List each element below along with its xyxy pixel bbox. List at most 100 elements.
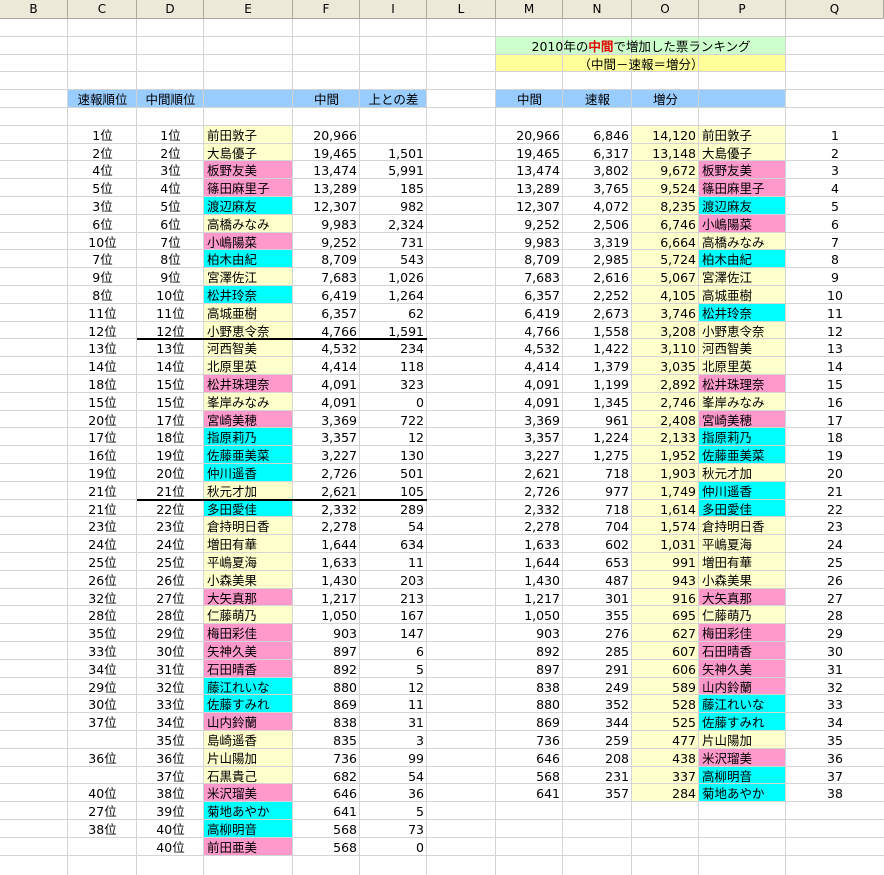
right-sokuhou-cell[interactable]: 3,802 [566, 162, 629, 179]
right-member-name-cell[interactable]: 佐藤すみれ [702, 714, 783, 731]
chukan-rank-cell[interactable]: 19位 [140, 447, 201, 464]
chukan-rank-cell[interactable]: 9位 [140, 269, 201, 286]
right-member-name-cell[interactable]: 篠田麻里子 [702, 180, 783, 197]
sokuhou-rank-cell[interactable] [71, 768, 134, 785]
chukan-rank-cell[interactable]: 18位 [140, 429, 201, 446]
sokuhou-rank-cell[interactable]: 8位 [71, 287, 134, 304]
right-sokuhou-cell[interactable]: 961 [566, 412, 629, 429]
right-member-name-cell[interactable]: 米沢瑠美 [702, 750, 783, 767]
diff-cell[interactable]: 0 [363, 839, 424, 856]
diff-cell[interactable]: 722 [363, 412, 424, 429]
chukan-rank-cell[interactable]: 31位 [140, 661, 201, 678]
chukan-votes-cell[interactable]: 4,414 [296, 358, 357, 375]
right-rank-cell[interactable]: 20 [789, 465, 881, 482]
column-header-f[interactable]: F [293, 0, 360, 19]
diff-cell[interactable]: 1,026 [363, 269, 424, 286]
right-zoubun-cell[interactable]: 1,574 [635, 518, 696, 535]
diff-cell[interactable]: 12 [363, 429, 424, 446]
right-member-name-cell[interactable]: 倉持明日香 [702, 518, 783, 535]
sokuhou-rank-cell[interactable]: 24位 [71, 536, 134, 553]
right-zoubun-cell[interactable]: 337 [635, 768, 696, 785]
member-name-cell[interactable]: 高城亜樹 [207, 305, 290, 322]
member-name-cell[interactable]: 佐藤すみれ [207, 696, 290, 713]
right-zoubun-cell[interactable]: 6,664 [635, 234, 696, 251]
diff-cell[interactable]: 31 [363, 714, 424, 731]
sokuhou-rank-cell[interactable]: 33位 [71, 643, 134, 660]
chukan-votes-cell[interactable]: 736 [296, 750, 357, 767]
right-rank-cell[interactable]: 19 [789, 447, 881, 464]
header-right-chukan[interactable]: 中間 [497, 91, 562, 108]
chukan-votes-cell[interactable]: 1,430 [296, 572, 357, 589]
chukan-votes-cell[interactable]: 2,726 [296, 465, 357, 482]
column-header-d[interactable]: D [137, 0, 204, 19]
member-name-cell[interactable]: 柏木由紀 [207, 251, 290, 268]
chukan-votes-cell[interactable]: 2,332 [296, 501, 357, 518]
right-chukan-cell[interactable]: 6,357 [499, 287, 560, 304]
chukan-votes-cell[interactable]: 641 [296, 803, 357, 820]
right-rank-cell[interactable]: 37 [789, 768, 881, 785]
right-zoubun-cell[interactable]: 943 [635, 572, 696, 589]
diff-cell[interactable]: 501 [363, 465, 424, 482]
right-chukan-cell[interactable]: 736 [499, 732, 560, 749]
right-chukan-cell[interactable]: 7,683 [499, 269, 560, 286]
member-name-cell[interactable]: 宮崎美穂 [207, 412, 290, 429]
right-chukan-cell[interactable]: 4,532 [499, 340, 560, 357]
right-sokuhou-cell[interactable]: 2,616 [566, 269, 629, 286]
right-member-name-cell[interactable]: 渡辺麻友 [702, 198, 783, 215]
sokuhou-rank-cell[interactable]: 30位 [71, 696, 134, 713]
sokuhou-rank-cell[interactable]: 15位 [71, 394, 134, 411]
right-chukan-cell[interactable]: 838 [499, 679, 560, 696]
member-name-cell[interactable]: 倉持明日香 [207, 518, 290, 535]
diff-cell[interactable] [363, 127, 424, 144]
right-chukan-cell[interactable]: 903 [499, 625, 560, 642]
right-zoubun-cell[interactable]: 8,235 [635, 198, 696, 215]
right-sokuhou-cell[interactable]: 357 [566, 785, 629, 802]
column-header-c[interactable]: C [68, 0, 137, 19]
right-member-name-cell[interactable]: 秋元才加 [702, 465, 783, 482]
right-zoubun-cell[interactable]: 2,746 [635, 394, 696, 411]
chukan-rank-cell[interactable]: 4位 [140, 180, 201, 197]
right-chukan-cell[interactable]: 568 [499, 768, 560, 785]
member-name-cell[interactable]: 峯岸みなみ [207, 394, 290, 411]
diff-cell[interactable]: 118 [363, 358, 424, 375]
member-name-cell[interactable]: 山内鈴蘭 [207, 714, 290, 731]
diff-cell[interactable]: 234 [363, 340, 424, 357]
right-chukan-cell[interactable]: 892 [499, 643, 560, 660]
column-header-l[interactable]: L [427, 0, 496, 19]
right-chukan-cell[interactable]: 4,091 [499, 376, 560, 393]
chukan-rank-cell[interactable]: 22位 [140, 501, 201, 518]
diff-cell[interactable]: 203 [363, 572, 424, 589]
chukan-votes-cell[interactable]: 1,644 [296, 536, 357, 553]
chukan-votes-cell[interactable]: 13,289 [296, 180, 357, 197]
right-member-name-cell[interactable]: 片山陽加 [702, 732, 783, 749]
right-chukan-cell[interactable]: 2,278 [499, 518, 560, 535]
right-member-name-cell[interactable]: 指原莉乃 [702, 429, 783, 446]
member-name-cell[interactable]: 河西智美 [207, 340, 290, 357]
right-member-name-cell[interactable]: 大矢真那 [702, 590, 783, 607]
right-sokuhou-cell[interactable]: 653 [566, 554, 629, 571]
right-rank-cell[interactable]: 10 [789, 287, 881, 304]
member-name-cell[interactable]: 米沢瑠美 [207, 785, 290, 802]
chukan-votes-cell[interactable]: 20,966 [296, 127, 357, 144]
right-zoubun-cell[interactable]: 991 [635, 554, 696, 571]
right-sokuhou-cell[interactable]: 301 [566, 590, 629, 607]
chukan-votes-cell[interactable]: 4,091 [296, 376, 357, 393]
chukan-rank-cell[interactable]: 26位 [140, 572, 201, 589]
right-zoubun-cell[interactable]: 284 [635, 785, 696, 802]
chukan-votes-cell[interactable]: 3,369 [296, 412, 357, 429]
sokuhou-rank-cell[interactable] [71, 839, 134, 856]
chukan-rank-cell[interactable]: 13位 [140, 340, 201, 357]
right-sokuhou-cell[interactable]: 1,422 [566, 340, 629, 357]
sokuhou-rank-cell[interactable]: 21位 [71, 501, 134, 518]
sokuhou-rank-cell[interactable]: 4位 [71, 162, 134, 179]
right-chukan-cell[interactable]: 880 [499, 696, 560, 713]
diff-cell[interactable]: 3 [363, 732, 424, 749]
right-sokuhou-cell[interactable]: 231 [566, 768, 629, 785]
diff-cell[interactable]: 5,991 [363, 162, 424, 179]
chukan-rank-cell[interactable]: 1位 [140, 127, 201, 144]
diff-cell[interactable]: 167 [363, 607, 424, 624]
sokuhou-rank-cell[interactable]: 21位 [71, 483, 134, 500]
right-zoubun-cell[interactable]: 3,110 [635, 340, 696, 357]
right-chukan-cell[interactable]: 869 [499, 714, 560, 731]
right-sokuhou-cell[interactable]: 344 [566, 714, 629, 731]
